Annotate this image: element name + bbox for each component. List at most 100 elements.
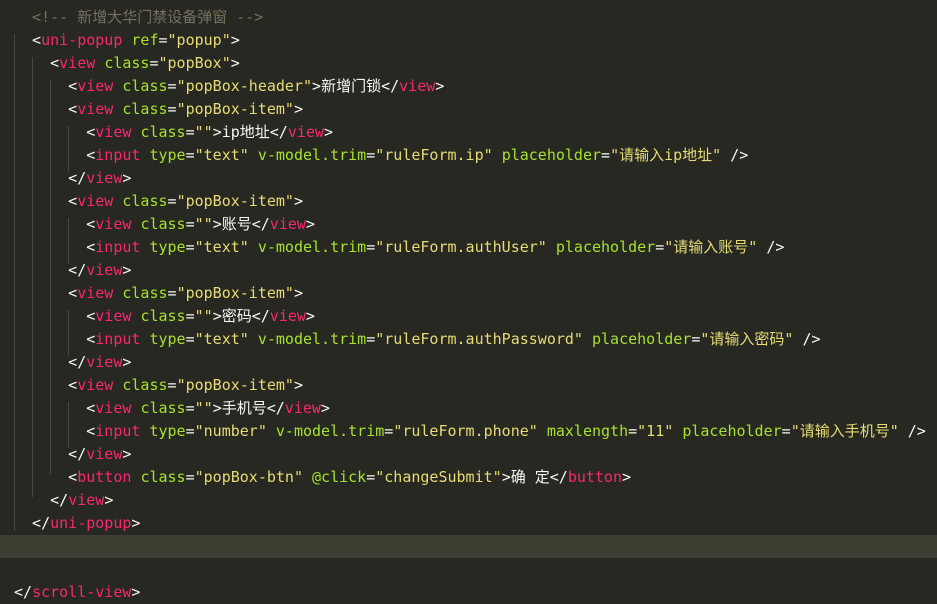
code-line[interactable]: </uni-popup> bbox=[14, 512, 140, 535]
code-string: "" bbox=[194, 215, 213, 233]
code-punctuation: < bbox=[14, 376, 78, 394]
code-tag-name: view bbox=[86, 353, 123, 371]
code-line[interactable]: <!-- 新增大华门禁设备弹窗 --> bbox=[14, 6, 263, 29]
code-text: ip地址 bbox=[221, 123, 270, 141]
code-tag-name: view bbox=[77, 77, 114, 95]
code-string: "ruleForm.ip" bbox=[375, 146, 493, 164]
code-tag-name: input bbox=[95, 330, 141, 348]
code-punctuation: = bbox=[167, 77, 177, 95]
code-line[interactable]: <button class="popBox-btn" @click="chang… bbox=[14, 466, 631, 489]
code-punctuation: > bbox=[293, 100, 303, 118]
code-punctuation: = bbox=[366, 146, 376, 164]
code-tag-name: view bbox=[95, 215, 132, 233]
code-editor[interactable]: <!-- 新增大华门禁设备弹窗 --> <uni-popup ref="popu… bbox=[0, 0, 937, 601]
code-tag-name: view bbox=[269, 307, 306, 325]
code-line[interactable]: <input type="text" v-model.trim="ruleFor… bbox=[14, 144, 748, 167]
code-punctuation bbox=[538, 422, 547, 440]
code-punctuation: > bbox=[212, 215, 222, 233]
code-punctuation: < bbox=[14, 307, 96, 325]
code-string: "popBox-item" bbox=[176, 376, 294, 394]
code-line[interactable]: </view> bbox=[14, 489, 113, 512]
code-string: "ruleForm.phone" bbox=[393, 422, 538, 440]
code-string: "text" bbox=[194, 330, 249, 348]
code-punctuation: /> bbox=[757, 238, 785, 256]
code-attribute: placeholder bbox=[501, 146, 602, 164]
code-line[interactable]: <view class="popBox-item"> bbox=[14, 98, 303, 121]
code-punctuation: > bbox=[320, 399, 330, 417]
code-punctuation: = bbox=[167, 376, 177, 394]
code-line[interactable]: </scroll-view> bbox=[14, 581, 140, 604]
code-line[interactable]: <view class="popBox-header">新增门锁</view> bbox=[14, 75, 444, 98]
code-tag-name: view bbox=[59, 54, 96, 72]
code-punctuation: </ bbox=[381, 77, 400, 95]
code-punctuation: </ bbox=[14, 583, 33, 601]
code-attribute: class bbox=[140, 215, 186, 233]
code-attribute: class bbox=[122, 192, 168, 210]
code-punctuation: = bbox=[655, 238, 665, 256]
code-attribute: type bbox=[149, 422, 186, 440]
code-attribute: class bbox=[122, 77, 168, 95]
code-punctuation: > bbox=[293, 192, 303, 210]
code-line[interactable]: </view> bbox=[14, 167, 131, 190]
code-line[interactable]: <view class="">密码</view> bbox=[14, 305, 315, 328]
code-line[interactable]: <input type="text" v-model.trim="ruleFor… bbox=[14, 236, 784, 259]
code-punctuation: </ bbox=[251, 215, 270, 233]
code-string: "" bbox=[194, 399, 213, 417]
code-tag-name: view bbox=[77, 192, 114, 210]
code-line[interactable]: <view class="popBox-item"> bbox=[14, 282, 303, 305]
code-punctuation: > bbox=[435, 77, 445, 95]
code-punctuation: </ bbox=[14, 491, 69, 509]
code-line[interactable]: <view class="">账号</view> bbox=[14, 213, 315, 236]
code-line[interactable]: </view> bbox=[14, 443, 131, 466]
code-line[interactable]: <view class="popBox"> bbox=[14, 52, 240, 75]
code-line[interactable]: <input type="number" v-model.trim="ruleF… bbox=[14, 420, 926, 443]
code-punctuation: </ bbox=[549, 468, 568, 486]
code-line[interactable]: <input type="text" v-model.trim="ruleFor… bbox=[14, 328, 820, 351]
code-attribute: placeholder bbox=[592, 330, 692, 348]
code-attribute: class bbox=[140, 468, 186, 486]
code-punctuation: > bbox=[131, 583, 141, 601]
code-punctuation: < bbox=[14, 215, 96, 233]
current-code-line[interactable] bbox=[0, 535, 937, 558]
code-punctuation: < bbox=[14, 146, 96, 164]
code-line[interactable]: <uni-popup ref="popup"> bbox=[14, 29, 240, 52]
code-tag-name: view bbox=[86, 169, 123, 187]
code-tag-name: view bbox=[77, 100, 114, 118]
code-punctuation: > bbox=[305, 215, 315, 233]
code-line[interactable]: </view> bbox=[14, 259, 131, 282]
code-tag-name: view bbox=[95, 123, 132, 141]
code-attribute: type bbox=[149, 146, 186, 164]
code-line[interactable]: <view class="popBox-item"> bbox=[14, 190, 303, 213]
code-attribute: v-model.trim bbox=[275, 422, 385, 440]
code-line[interactable]: <view class="">ip地址</view> bbox=[14, 121, 333, 144]
code-line[interactable]: </view> bbox=[14, 351, 131, 374]
code-string: "changeSubmit" bbox=[375, 468, 502, 486]
code-punctuation bbox=[249, 330, 258, 348]
code-string: "" bbox=[194, 307, 213, 325]
code-punctuation: > bbox=[122, 353, 132, 371]
code-punctuation: </ bbox=[269, 123, 288, 141]
code-punctuation: < bbox=[14, 284, 78, 302]
code-punctuation: > bbox=[212, 307, 222, 325]
code-punctuation: > bbox=[122, 261, 132, 279]
code-punctuation: > bbox=[305, 307, 315, 325]
code-comment: <!-- 新增大华门禁设备弹窗 --> bbox=[14, 8, 264, 26]
code-punctuation: = bbox=[628, 422, 638, 440]
code-tag-name: button bbox=[567, 468, 622, 486]
code-text: 确 定 bbox=[510, 468, 550, 486]
code-punctuation: = bbox=[149, 54, 159, 72]
code-string: "popBox-btn" bbox=[194, 468, 303, 486]
code-punctuation: = bbox=[185, 468, 195, 486]
code-text: 账号 bbox=[221, 215, 252, 233]
code-string: "" bbox=[194, 123, 213, 141]
code-tag-name: input bbox=[95, 422, 141, 440]
code-string: "ruleForm.authPassword" bbox=[375, 330, 583, 348]
code-line[interactable]: <view class="popBox-item"> bbox=[14, 374, 303, 397]
code-tag-name: view bbox=[68, 491, 105, 509]
code-line[interactable]: <view class="">手机号</view> bbox=[14, 397, 330, 420]
code-attribute: @click bbox=[312, 468, 367, 486]
code-punctuation: = bbox=[185, 238, 195, 256]
code-punctuation bbox=[673, 422, 682, 440]
code-punctuation: = bbox=[781, 422, 791, 440]
code-punctuation: < bbox=[14, 468, 78, 486]
